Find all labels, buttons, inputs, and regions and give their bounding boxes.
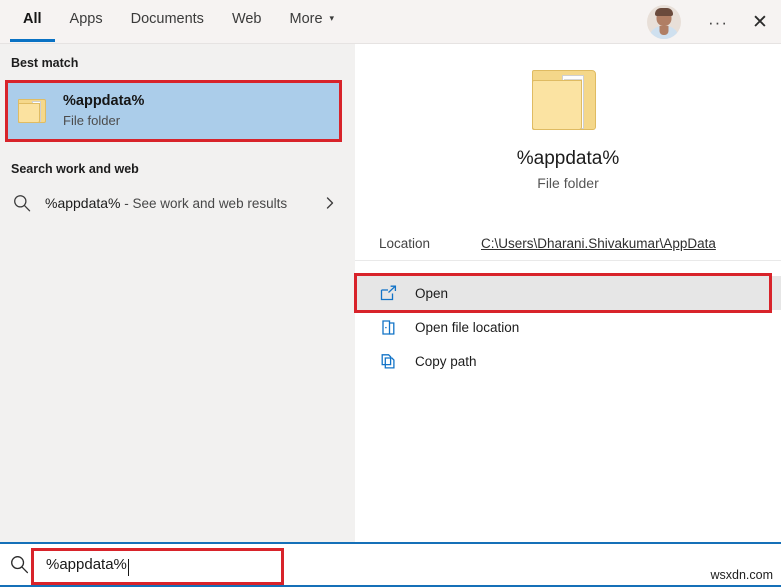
open-folder-icon bbox=[379, 318, 398, 337]
search-icon bbox=[12, 193, 32, 213]
result-item-title: %appdata% bbox=[63, 92, 144, 111]
close-icon: ✕ bbox=[752, 13, 768, 32]
best-match-header: Best match bbox=[0, 44, 355, 76]
search-input[interactable]: %appdata% bbox=[36, 548, 316, 582]
ellipsis-icon: ··· bbox=[708, 14, 728, 31]
watermark: wsxdn.com bbox=[710, 568, 773, 582]
location-link[interactable]: C:\Users\Dharani.Shivakumar\AppData bbox=[481, 236, 716, 251]
tab-documents-label: Documents bbox=[131, 11, 204, 27]
avatar-hair bbox=[655, 8, 673, 16]
tab-web-label: Web bbox=[232, 11, 262, 27]
text-cursor bbox=[128, 559, 129, 576]
preview-pane: %appdata% File folder Location C:\Users\… bbox=[355, 44, 781, 542]
search-icon bbox=[9, 554, 30, 575]
folder-icon bbox=[530, 68, 606, 132]
web-result-row[interactable]: %appdata% - See work and web results bbox=[0, 184, 355, 222]
avatar-neck bbox=[660, 26, 669, 35]
tab-documents[interactable]: Documents bbox=[117, 0, 218, 44]
tab-list: All Apps Documents Web More ▾ bbox=[9, 0, 348, 44]
result-item-appdata[interactable]: %appdata% File folder bbox=[8, 83, 339, 139]
action-copy-path[interactable]: Copy path bbox=[355, 344, 781, 378]
close-button[interactable]: ✕ bbox=[739, 0, 781, 44]
tab-more[interactable]: More ▾ bbox=[276, 0, 349, 44]
copy-icon bbox=[379, 352, 398, 371]
preview-header: %appdata% File folder bbox=[355, 44, 781, 191]
tab-apps-label: Apps bbox=[70, 11, 103, 27]
results-pane: Best match %appdata% File folder Search … bbox=[0, 44, 355, 542]
location-row: Location C:\Users\Dharani.Shivakumar\App… bbox=[355, 227, 781, 261]
action-open-file-location-label: Open file location bbox=[415, 320, 519, 335]
action-copy-path-label: Copy path bbox=[415, 354, 477, 369]
action-open-file-location[interactable]: Open file location bbox=[355, 310, 781, 344]
location-label: Location bbox=[379, 236, 481, 251]
best-match-container: %appdata% File folder bbox=[0, 80, 355, 142]
search-input-value: %appdata% bbox=[46, 556, 127, 573]
open-external-icon bbox=[379, 284, 398, 303]
web-result-label: %appdata% - See work and web results bbox=[45, 195, 323, 211]
avatar[interactable] bbox=[647, 5, 681, 39]
preview-title: %appdata% bbox=[355, 146, 781, 172]
action-open[interactable]: Open bbox=[355, 276, 781, 310]
tab-web[interactable]: Web bbox=[218, 0, 276, 44]
preview-subtitle: File folder bbox=[355, 175, 781, 191]
result-item-text: %appdata% File folder bbox=[63, 92, 144, 130]
tab-all-label: All bbox=[23, 11, 42, 27]
folder-icon bbox=[18, 98, 49, 124]
titlebar-controls: ··· ✕ bbox=[647, 0, 781, 44]
action-open-label: Open bbox=[415, 286, 448, 301]
taskbar-search-bar: %appdata% wsxdn.com bbox=[0, 542, 781, 587]
more-options-button[interactable]: ··· bbox=[697, 0, 739, 44]
tab-all[interactable]: All bbox=[9, 0, 56, 44]
tab-apps[interactable]: Apps bbox=[56, 0, 117, 44]
web-result-query: %appdata% bbox=[45, 195, 121, 211]
tab-more-label: More bbox=[290, 11, 323, 27]
search-tabbar: All Apps Documents Web More ▾ bbox=[0, 0, 781, 44]
search-window: All Apps Documents Web More ▾ bbox=[0, 0, 781, 587]
search-work-web-header: Search work and web bbox=[0, 142, 355, 182]
chevron-down-icon: ▾ bbox=[330, 13, 335, 24]
chevron-right-icon bbox=[323, 196, 337, 210]
action-list: Open Open file location Copy path bbox=[355, 276, 781, 378]
web-result-suffix: - See work and web results bbox=[121, 196, 288, 211]
result-item-subtitle: File folder bbox=[63, 112, 144, 130]
